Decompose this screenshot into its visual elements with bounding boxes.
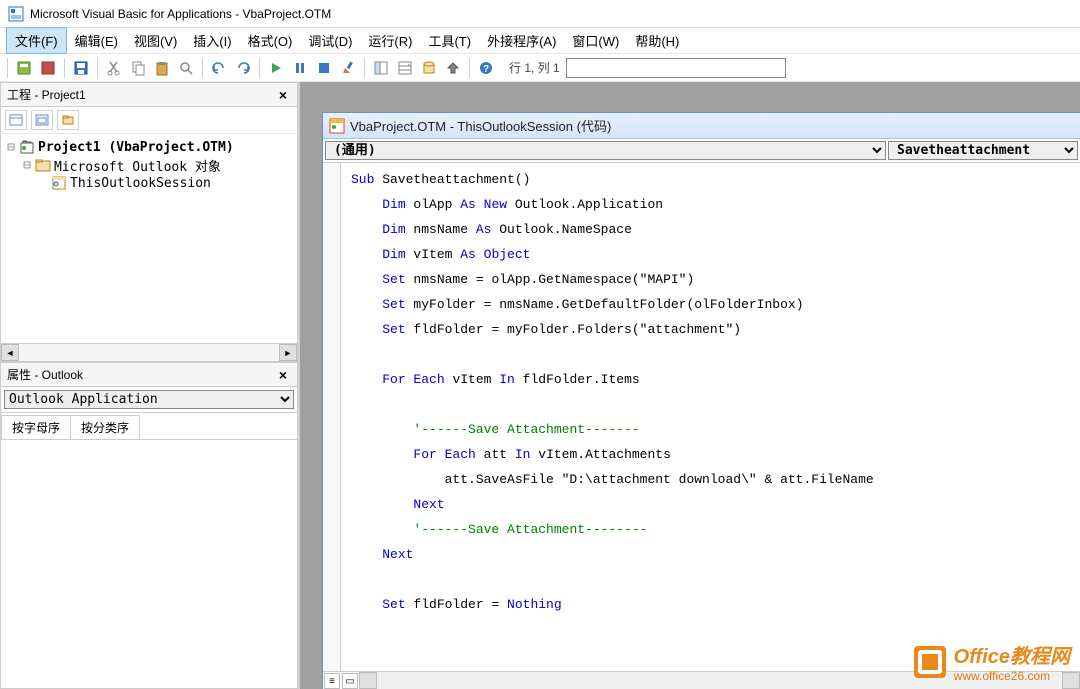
tab-categorized[interactable]: 按分类序 <box>70 415 140 439</box>
code-gutter <box>323 163 341 671</box>
tree-folder-label: Microsoft Outlook 对象 <box>54 156 221 175</box>
menu-format[interactable]: 格式(O) <box>240 28 301 53</box>
full-module-view-icon[interactable]: ▭ <box>342 673 358 689</box>
properties-panel-title: 属性 - Outlook <box>7 366 83 383</box>
properties-panel: 属性 - Outlook × Outlook Application 按字母序 … <box>0 362 298 689</box>
view-switch-icon[interactable] <box>13 57 35 79</box>
menu-run[interactable]: 运行(R) <box>360 28 420 53</box>
properties-panel-close-icon[interactable]: × <box>275 367 291 383</box>
project-panel-title: 工程 - Project1 <box>7 86 86 103</box>
tree-folder[interactable]: ⊟ Microsoft Outlook 对象 <box>3 156 295 174</box>
menu-window[interactable]: 窗口(W) <box>564 28 627 53</box>
code-window: VbaProject.OTM - ThisOutlookSession (代码)… <box>322 112 1080 689</box>
run-icon[interactable] <box>265 57 287 79</box>
pause-icon[interactable] <box>289 57 311 79</box>
menu-insert[interactable]: 插入(I) <box>185 28 239 53</box>
menubar: 文件(F) 编辑(E) 视图(V) 插入(I) 格式(O) 调试(D) 运行(R… <box>0 28 1080 54</box>
menu-tools[interactable]: 工具(T) <box>420 28 479 53</box>
tree-root-label: Project1 (VbaProject.OTM) <box>38 140 234 155</box>
project-panel-close-icon[interactable]: × <box>275 87 291 103</box>
properties-object-select[interactable]: Outlook Application <box>4 390 294 409</box>
project-explorer-icon[interactable] <box>370 57 392 79</box>
find-icon[interactable] <box>175 57 197 79</box>
object-dropdown[interactable]: (通用) <box>325 141 886 160</box>
watermark-logo-icon <box>912 644 948 680</box>
tree-root[interactable]: ⊟ Project1 (VbaProject.OTM) <box>3 138 295 156</box>
menu-addins[interactable]: 外接程序(A) <box>479 28 564 53</box>
procedure-view-icon[interactable]: ≡ <box>324 673 340 689</box>
toolbox-icon[interactable] <box>442 57 464 79</box>
svg-text:?: ? <box>483 64 489 75</box>
project-icon <box>19 139 35 155</box>
menu-view[interactable]: 视图(V) <box>126 28 185 53</box>
tab-alphabetical[interactable]: 按字母序 <box>1 415 71 439</box>
scroll-left-icon[interactable]: ◄ <box>1 344 19 361</box>
copy-icon[interactable] <box>127 57 149 79</box>
code-window-icon <box>329 118 345 134</box>
scroll-left-icon[interactable] <box>359 672 377 689</box>
code-editor[interactable]: Sub Savetheattachment() Dim olApp As New… <box>341 163 1080 671</box>
menu-debug[interactable]: 调试(D) <box>300 28 360 53</box>
project-explorer-panel: 工程 - Project1 × ⊟ Project1 (VbaProject.O… <box>0 82 298 362</box>
watermark: Office教程网 www.office26.com <box>912 640 1070 683</box>
menu-help[interactable]: 帮助(H) <box>627 28 687 53</box>
properties-window-icon[interactable] <box>394 57 416 79</box>
cut-icon[interactable] <box>103 57 125 79</box>
menu-edit[interactable]: 编辑(E) <box>67 28 126 53</box>
save-icon[interactable] <box>70 57 92 79</box>
vba-app-icon <box>8 6 24 22</box>
view-object-icon[interactable] <box>31 110 53 130</box>
tree-item-label: ThisOutlookSession <box>70 176 211 191</box>
help-icon[interactable]: ? <box>475 57 497 79</box>
watermark-line2: www.office26.com <box>954 669 1070 683</box>
properties-grid[interactable] <box>1 440 297 688</box>
titlebar: Microsoft Visual Basic for Applications … <box>0 0 1080 28</box>
menu-file[interactable]: 文件(F) <box>6 27 67 54</box>
mdi-area: VbaProject.OTM - ThisOutlookSession (代码)… <box>300 82 1080 689</box>
window-title: Microsoft Visual Basic for Applications … <box>30 7 331 21</box>
view-code-icon[interactable] <box>5 110 27 130</box>
paste-icon[interactable] <box>151 57 173 79</box>
watermark-line1: Office教程网 <box>954 640 1070 669</box>
scroll-right-icon[interactable]: ► <box>279 344 297 361</box>
object-browser-icon[interactable] <box>418 57 440 79</box>
redo-icon[interactable] <box>232 57 254 79</box>
code-window-title: VbaProject.OTM - ThisOutlookSession (代码) <box>350 116 611 135</box>
folder-icon <box>35 157 51 173</box>
insert-menu-icon[interactable] <box>37 57 59 79</box>
toolbar-grip <box>7 58 8 78</box>
stop-icon[interactable] <box>313 57 335 79</box>
tree-item[interactable]: ThisOutlookSession <box>3 174 295 192</box>
toggle-folders-icon[interactable] <box>57 110 79 130</box>
undo-icon[interactable] <box>208 57 230 79</box>
procedure-dropdown[interactable]: Savetheattachment <box>888 141 1078 160</box>
design-mode-icon[interactable] <box>337 57 359 79</box>
cursor-position-status: 行 1, 列 1 <box>509 59 560 76</box>
project-hscroll[interactable]: ◄ ► <box>1 343 297 361</box>
toolbar: ? 行 1, 列 1 <box>0 54 1080 82</box>
toolbar-dropdown[interactable] <box>566 58 786 78</box>
module-icon <box>51 175 67 191</box>
code-window-titlebar[interactable]: VbaProject.OTM - ThisOutlookSession (代码) <box>323 113 1080 139</box>
project-tree[interactable]: ⊟ Project1 (VbaProject.OTM) ⊟ Microsoft … <box>1 134 297 343</box>
